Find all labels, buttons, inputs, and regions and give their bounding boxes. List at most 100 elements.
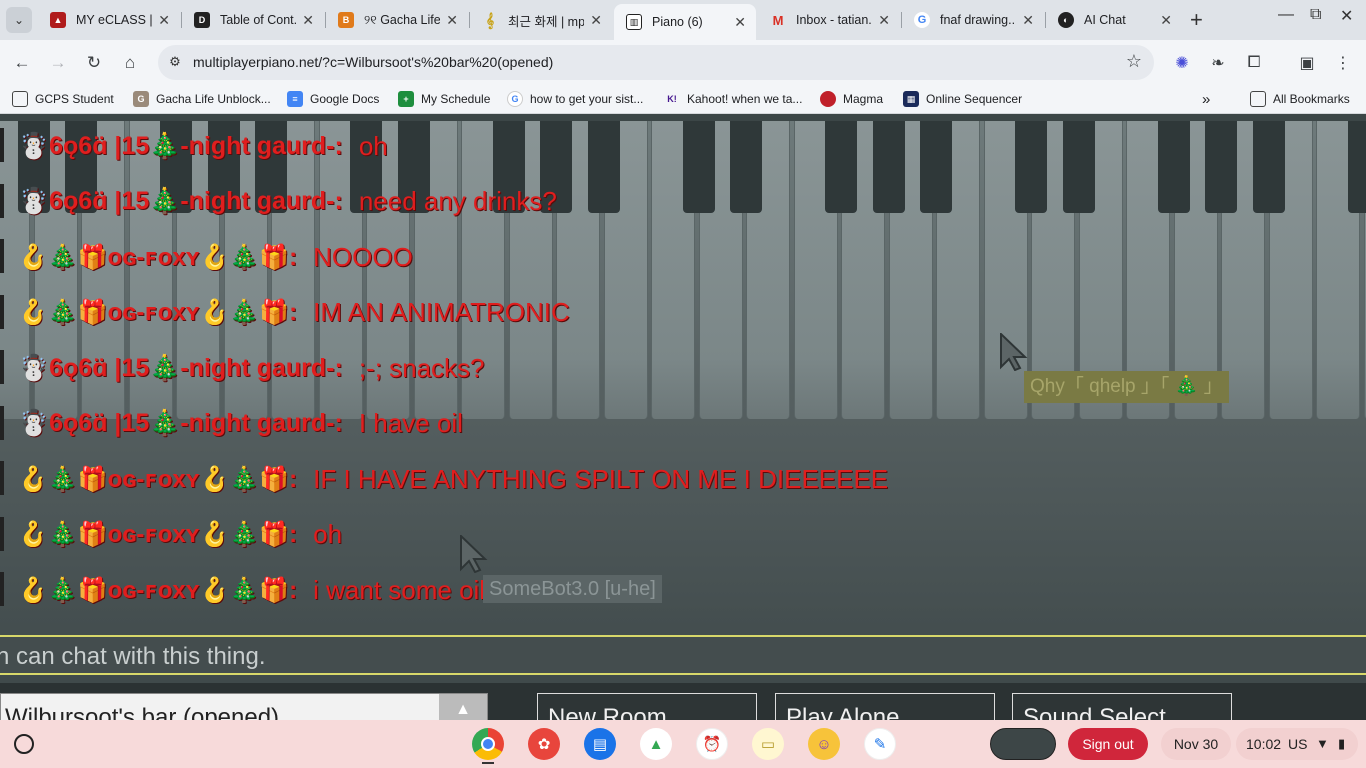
close-tab-icon[interactable]: ✕ [1160, 12, 1172, 29]
message-marker [0, 516, 4, 551]
google-icon: G [914, 12, 930, 28]
piano-black-key[interactable] [1157, 121, 1190, 213]
tab-fnaf-drawing[interactable]: G fnaf drawing... ✕ [902, 4, 1044, 36]
extension-gear-icon[interactable]: ✺ [1171, 52, 1193, 74]
new-tab-button[interactable]: + [1190, 8, 1203, 32]
tab-ai-chat[interactable]: ◐ AI Chat ✕ [1046, 4, 1182, 36]
chrome-icon[interactable] [472, 728, 504, 760]
room-selector[interactable]: Wilbursoot's bar (opened) ▲ [0, 693, 488, 720]
piano-black-key[interactable] [587, 121, 620, 213]
play-alone-label: Play Alone [786, 704, 900, 720]
piano-black-key[interactable] [1252, 121, 1285, 213]
battery-icon: ▮ [1338, 736, 1346, 751]
piano-black-key[interactable] [872, 121, 905, 213]
maximize-button[interactable]: ⧉ [1310, 6, 1321, 24]
close-tab-icon[interactable]: ✕ [446, 12, 458, 29]
close-tab-icon[interactable]: ✕ [302, 12, 314, 29]
extension-leaf-icon[interactable]: ❧ [1207, 52, 1229, 74]
all-bookmarks[interactable]: All Bookmarks [1250, 91, 1350, 107]
chat-input[interactable]: n can chat with this thing. [0, 635, 1366, 675]
bookmark-kahoot[interactable]: K! Kahoot! when we ta... [664, 91, 802, 107]
forward-button[interactable]: → [46, 51, 70, 75]
tab-piano[interactable]: ▥ Piano (6) ✕ [614, 4, 756, 40]
chat-username: 🪝🎄🎁ᴏɢ-ꜰᴏxʏ🪝🎄🎁: [18, 576, 298, 604]
bookmark-label: GCPS Student [35, 92, 114, 106]
docs-icon: ≡ [287, 91, 303, 107]
launcher-icon[interactable] [14, 734, 34, 754]
close-tab-icon[interactable]: ✕ [590, 12, 602, 29]
address-bar[interactable]: ⚙ multiplayerpiano.net/?c=Wilbursoot's%2… [158, 45, 1154, 80]
tab-music[interactable]: 𝄞 최근 화제 | mp... ✕ [470, 4, 612, 36]
close-tab-icon[interactable]: ✕ [734, 14, 746, 31]
piano-black-key[interactable] [1015, 121, 1047, 213]
close-tab-icon[interactable]: ✕ [158, 12, 170, 29]
chat-input-placeholder: n can chat with this thing. [0, 643, 266, 670]
bookmark-label: Google Docs [310, 92, 380, 106]
piano-black-key[interactable] [1062, 121, 1095, 213]
play-alone-button[interactable]: Play Alone [775, 693, 995, 720]
menu-kebab-icon[interactable]: ⋮ [1332, 52, 1354, 74]
piano-black-key[interactable] [1347, 121, 1366, 213]
bookmark-magma[interactable]: Magma [820, 91, 883, 107]
chat-text: oh [358, 130, 388, 161]
classroom-icon[interactable]: ▤ [584, 728, 616, 760]
sound-select-button[interactable]: Sound Select [1012, 693, 1232, 720]
status-tray[interactable]: 10:02 US ▼ ▮ [1236, 728, 1358, 760]
close-window-button[interactable]: ✕ [1340, 6, 1353, 26]
chat-username: 🪝🎄🎁ᴏɢ-ꜰᴏxʏ🪝🎄🎁: [18, 465, 298, 493]
home-button[interactable]: ⌂ [118, 51, 142, 75]
reload-button[interactable]: ↻ [82, 51, 106, 75]
chevron-up-icon[interactable]: ▲ [439, 694, 487, 720]
sign-out-button[interactable]: Sign out [1068, 728, 1148, 760]
clock-icon[interactable]: ⏰ [696, 728, 728, 760]
bookmark-gcps-student[interactable]: GCPS Student [12, 91, 114, 107]
piano-black-key[interactable] [825, 121, 857, 213]
avatar-app-icon[interactable]: ☺ [808, 728, 840, 760]
chat-message: 🪝🎄🎁ᴏɢ-ꜰᴏxʏ🪝🎄🎁: oh [0, 513, 342, 557]
bookmark-gacha-life[interactable]: G Gacha Life Unblock... [133, 91, 271, 107]
piano-page: ☃️6ǫ6ɑ̈ |15🎄-night gaurd-: oh ☃️6ǫ6ɑ̈ |15🎄… [0, 121, 1366, 720]
kahoot-icon: K! [667, 94, 677, 104]
tab-table-of-contents[interactable]: D Table of Cont... ✕ [182, 4, 324, 36]
chat-message: 🪝🎄🎁ᴏɢ-ꜰᴏxʏ🪝🎄🎁: NOOOO [0, 235, 413, 279]
site-info-icon[interactable]: ⚙ [166, 53, 184, 71]
piano-black-key[interactable] [920, 121, 952, 213]
bookmark-how-to[interactable]: G how to get your sist... [507, 91, 643, 107]
side-panel-icon[interactable]: ▣ [1296, 52, 1318, 74]
piano-black-key[interactable] [730, 121, 762, 213]
chat-username: ☃️6ǫ6ɑ̈ |15🎄-night gaurd-: [18, 187, 343, 215]
extensions-puzzle-icon[interactable]: ⧠ [1243, 52, 1265, 74]
minimize-button[interactable]: — [1278, 6, 1294, 24]
notes-icon[interactable]: ▭ [752, 728, 784, 760]
piano-black-key[interactable] [682, 121, 715, 213]
bookmark-online-sequencer[interactable]: ▦ Online Sequencer [903, 91, 1022, 107]
bookmark-my-schedule[interactable]: + My Schedule [398, 91, 490, 107]
close-tab-icon[interactable]: ✕ [878, 12, 890, 29]
url-text[interactable]: multiplayerpiano.net/?c=Wilbursoot's%20b… [193, 54, 553, 70]
pen-app-icon[interactable]: ✎ [864, 728, 896, 760]
more-bookmarks-chevron-icon[interactable]: » [1202, 91, 1210, 108]
user-cursor-tag-bot: SomeBot3.0 [u-he] [483, 575, 662, 603]
close-tab-icon[interactable]: ✕ [1022, 12, 1034, 29]
tab-gacha-life[interactable]: B ୨୧ Gacha Life ... ✕ [326, 4, 468, 36]
piano-icon: ▥ [626, 14, 642, 30]
bookmark-star-icon[interactable]: ☆ [1126, 51, 1142, 72]
os-shelf: ✿ ▤ ▲ ⏰ ▭ ☺ ✎ Sign out Nov 30 10:02 US ▼… [0, 720, 1366, 768]
tab-search-button[interactable]: ⌄ [6, 7, 32, 33]
date-display[interactable]: Nov 30 [1161, 728, 1231, 760]
tab-myeclass[interactable]: ▲ MY eCLASS | ... ✕ [38, 4, 180, 36]
bookmark-label: Online Sequencer [926, 92, 1023, 106]
back-button[interactable]: ← [10, 51, 34, 75]
chat-text: i want some oil [313, 574, 486, 605]
window-preview-thumbnail[interactable] [990, 728, 1056, 760]
bookmark-google-docs[interactable]: ≡ Google Docs [287, 91, 379, 107]
tab-title: 최근 화제 | mp... [508, 14, 585, 29]
palette-icon[interactable]: ✿ [528, 728, 560, 760]
chat-username: 🪝🎄🎁ᴏɢ-ꜰᴏxʏ🪝🎄🎁: [18, 243, 298, 271]
tab-title: ୨୧ Gacha Life ... [364, 12, 441, 27]
drive-icon[interactable]: ▲ [640, 728, 672, 760]
tab-inbox[interactable]: M Inbox - tatian... ✕ [758, 4, 900, 36]
new-room-button[interactable]: New Room [537, 693, 757, 720]
piano-black-key[interactable] [1205, 121, 1237, 213]
new-room-label: New Room [548, 704, 667, 720]
